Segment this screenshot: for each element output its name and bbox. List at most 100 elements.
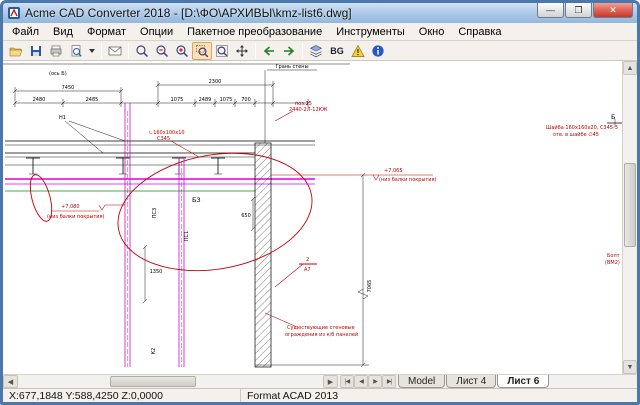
previous-view-icon (263, 45, 274, 56)
dim-label: 1075 (220, 97, 233, 103)
close-button[interactable]: ✕ (593, 3, 633, 18)
vertical-scroll-thumb[interactable] (624, 163, 636, 247)
toolbar-separator (101, 43, 102, 58)
view-next-button[interactable] (279, 42, 299, 60)
scroll-right-button[interactable]: ▶ (323, 375, 338, 388)
drawing-canvas[interactable]: (ось Б) 7450 2300 2480 2485 1075 2489 10… (3, 61, 622, 374)
app-window: Acme CAD Converter 2018 - [D:\ФО\АРХИВЫ\… (0, 0, 640, 405)
toolbar-separator (302, 43, 303, 58)
app-icon (7, 6, 21, 20)
zoom-in-icon (176, 44, 189, 57)
menu-item-batch-convert[interactable]: Пакетное преобразование (180, 24, 329, 40)
save-floppy-icon (31, 45, 41, 56)
section-mark-label: Б (611, 113, 615, 121)
column-mark-label: ПС1 (184, 231, 190, 241)
level-note: (низ балки покрытия) (47, 214, 105, 220)
open-button[interactable] (6, 42, 26, 60)
wall-note-line2: ограждения из к/б панелей (285, 331, 358, 338)
sheet-tabs: Model Лист 4 Лист 6 (398, 375, 550, 388)
menu-item-window[interactable]: Окно (412, 24, 452, 40)
cad-drawing: (ось Б) 7450 2300 2480 2485 1075 2489 10… (3, 63, 622, 368)
statusbar: X:677,1848 Y:588,4250 Z:0,0000 Format AC… (3, 388, 637, 402)
dim-label: 1350 (150, 269, 163, 275)
export-dropdown-button[interactable] (86, 42, 98, 60)
washer-hole-note: отв. в шайбе ∅45 (553, 131, 599, 138)
menubar: Файл Вид Формат Опции Пакетное преобразо… (3, 23, 637, 41)
warning-triangle-icon (351, 44, 365, 57)
zoom-extents-button[interactable] (212, 42, 232, 60)
email-icon (108, 46, 122, 55)
print-button[interactable] (46, 42, 66, 60)
minimize-button[interactable]: — (537, 3, 564, 18)
dim-label: 2480 (33, 97, 46, 103)
scroll-up-button[interactable]: ▲ (623, 61, 637, 75)
dim-label: 700 (241, 97, 251, 103)
position-label: 2440-2Л-12КЖ (289, 107, 328, 113)
dim-label: 7450 (62, 85, 75, 91)
maximize-button[interactable]: ❐ (565, 3, 592, 18)
file-format-readout: Format ACAD 2013 (247, 389, 339, 402)
zoom-extents-icon (216, 44, 228, 57)
detail-sheet: А7 (304, 267, 311, 273)
zoom-out-icon (156, 44, 169, 57)
dim-label: 2485 (86, 97, 99, 103)
first-sheet-button[interactable]: |◀ (340, 375, 354, 388)
next-view-icon (284, 45, 295, 56)
horizontal-scroll-track[interactable] (18, 375, 323, 388)
menu-item-options[interactable]: Опции (133, 24, 180, 40)
workspace: (ось Б) 7450 2300 2480 2485 1075 2489 10… (3, 61, 637, 374)
last-sheet-button[interactable]: ▶| (382, 375, 396, 388)
tab-list6[interactable]: Лист 6 (497, 375, 550, 388)
background-toggle-button[interactable]: BG (326, 42, 348, 60)
tab-list4[interactable]: Лист 4 (446, 375, 497, 388)
info-icon (372, 44, 384, 57)
detail-number: 2 (306, 257, 309, 263)
about-button[interactable] (368, 42, 388, 60)
scroll-left-button[interactable]: ◀ (3, 375, 18, 388)
toolbar-separator (255, 43, 256, 58)
vertical-scrollbar[interactable]: ▲ ▼ (622, 61, 637, 374)
column-mark-label: ПС3 (152, 208, 158, 218)
tab-model[interactable]: Model (398, 375, 446, 388)
beam-mark-label: Б3 (192, 196, 201, 204)
steel-grade-label: С345 (157, 136, 170, 142)
open-folder-icon (9, 47, 23, 56)
dim-label: 2489 (199, 97, 212, 103)
vertical-scroll-track[interactable] (623, 75, 637, 360)
menu-item-help[interactable]: Справка (451, 24, 508, 40)
menu-item-tools[interactable]: Инструменты (329, 24, 412, 40)
dim-label: 2300 (209, 79, 222, 85)
layers-icon (309, 44, 323, 57)
bolt-mark: (ВМ2) (605, 260, 620, 266)
window-controls: — ❐ ✕ (536, 3, 633, 18)
bottom-row: ◀ ▶ |◀ ◀ ▶ ▶| Model Лист 4 Лист 6 (3, 374, 637, 388)
layers-button[interactable] (306, 42, 326, 60)
previous-sheet-button[interactable]: ◀ (354, 375, 368, 388)
view-previous-button[interactable] (259, 42, 279, 60)
dim-label: 7065 (367, 280, 373, 293)
level-note: (низ балки покрытия) (379, 177, 437, 183)
menu-item-file[interactable]: Файл (5, 24, 46, 40)
next-sheet-button[interactable]: ▶ (368, 375, 382, 388)
pan-button[interactable] (232, 42, 252, 60)
scroll-down-button[interactable]: ▼ (623, 360, 637, 374)
beam-mark-label: Н1 (59, 115, 66, 121)
zoom-out-button[interactable] (152, 42, 172, 60)
zoom-in-button[interactable] (172, 42, 192, 60)
window-title: Acme CAD Converter 2018 - [D:\ФО\АРХИВЫ\… (25, 6, 352, 20)
watermark-button[interactable] (348, 42, 368, 60)
menu-item-format[interactable]: Формат (80, 24, 133, 40)
print-preview-button[interactable] (66, 42, 86, 60)
email-button[interactable] (105, 42, 125, 60)
toolbar: BG (3, 41, 637, 61)
horizontal-scroll-thumb[interactable] (110, 376, 196, 387)
zoom-window-button[interactable] (192, 41, 212, 60)
zoom-realtime-button[interactable] (132, 42, 152, 60)
bottom-filler (550, 375, 637, 388)
wall-face-label: Грань стены (275, 64, 308, 70)
washer-note: Шайба 160х160х20, С345-3 (546, 124, 618, 131)
chevron-down-icon (89, 48, 95, 53)
print-icon (50, 45, 62, 56)
save-button[interactable] (26, 42, 46, 60)
menu-item-view[interactable]: Вид (46, 24, 80, 40)
